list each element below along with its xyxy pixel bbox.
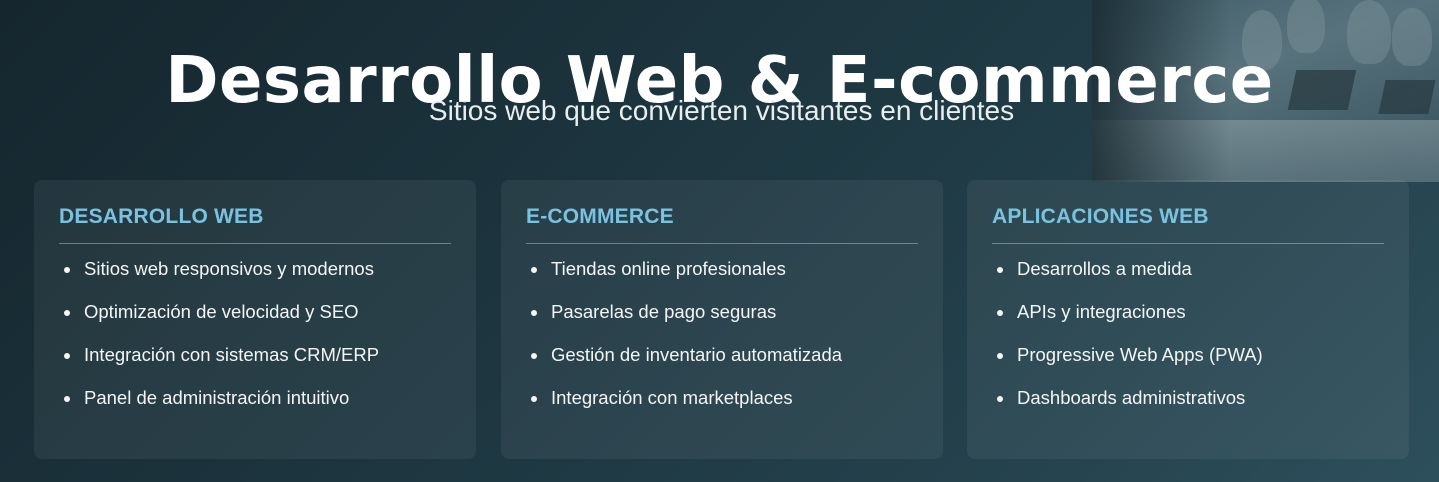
list-item: Desarrollos a medida xyxy=(992,257,1384,281)
bullet-icon xyxy=(64,353,70,359)
list-item: Sitios web responsivos y modernos xyxy=(59,257,451,281)
service-card-e-commerce: E-COMMERCE Tiendas online profesionales … xyxy=(501,180,943,459)
list-item: Pasarelas de pago seguras xyxy=(526,300,918,324)
list-item-label: Progressive Web Apps (PWA) xyxy=(1017,344,1263,365)
bullet-icon xyxy=(997,267,1003,273)
list-item: Tiendas online profesionales xyxy=(526,257,918,281)
list-item: APIs y integraciones xyxy=(992,300,1384,324)
card-feature-list: Desarrollos a medida APIs y integracione… xyxy=(992,244,1384,410)
page-subtitle: Sitios web que convierten visitantes en … xyxy=(428,95,1015,126)
service-card-desarrollo-web: DESARROLLO WEB Sitios web responsivos y … xyxy=(34,180,476,459)
list-item-label: Tiendas online profesionales xyxy=(551,258,786,279)
bullet-icon xyxy=(64,310,70,316)
list-item: Integración con marketplaces xyxy=(526,386,918,410)
list-item-label: Panel de administración intuitivo xyxy=(84,387,350,408)
list-item: Dashboards administrativos xyxy=(992,386,1384,410)
list-item-label: Integración con sistemas CRM/ERP xyxy=(84,344,380,365)
card-title: E-COMMERCE xyxy=(526,205,674,228)
list-item-label: APIs y integraciones xyxy=(1017,301,1186,322)
bullet-icon xyxy=(64,396,70,402)
list-item-label: Pasarelas de pago seguras xyxy=(551,301,777,322)
list-item-label: Optimización de velocidad y SEO xyxy=(84,301,359,322)
bullet-icon xyxy=(531,353,537,359)
list-item-label: Integración con marketplaces xyxy=(551,387,793,408)
list-item: Panel de administración intuitivo xyxy=(59,386,451,410)
card-feature-list: Tiendas online profesionales Pasarelas d… xyxy=(526,244,918,410)
card-feature-list: Sitios web responsivos y modernos Optimi… xyxy=(59,244,451,410)
bullet-icon xyxy=(531,267,537,273)
bullet-icon xyxy=(531,310,537,316)
list-item-label: Gestión de inventario automatizada xyxy=(551,344,843,365)
card-title: APLICACIONES WEB xyxy=(992,205,1209,228)
list-item-label: Desarrollos a medida xyxy=(1017,258,1192,279)
list-item-label: Sitios web responsivos y modernos xyxy=(84,258,374,279)
list-item-label: Dashboards administrativos xyxy=(1017,387,1246,408)
list-item: Integración con sistemas CRM/ERP xyxy=(59,343,451,367)
card-title: DESARROLLO WEB xyxy=(59,205,264,228)
bullet-icon xyxy=(997,310,1003,316)
bullet-icon xyxy=(531,396,537,402)
bullet-icon xyxy=(997,353,1003,359)
list-item: Optimización de velocidad y SEO xyxy=(59,300,451,324)
bullet-icon xyxy=(64,267,70,273)
list-item: Gestión de inventario automatizada xyxy=(526,343,918,367)
list-item: Progressive Web Apps (PWA) xyxy=(992,343,1384,367)
service-card-aplicaciones-web: APLICACIONES WEB Desarrollos a medida AP… xyxy=(967,180,1409,459)
bullet-icon xyxy=(997,396,1003,402)
